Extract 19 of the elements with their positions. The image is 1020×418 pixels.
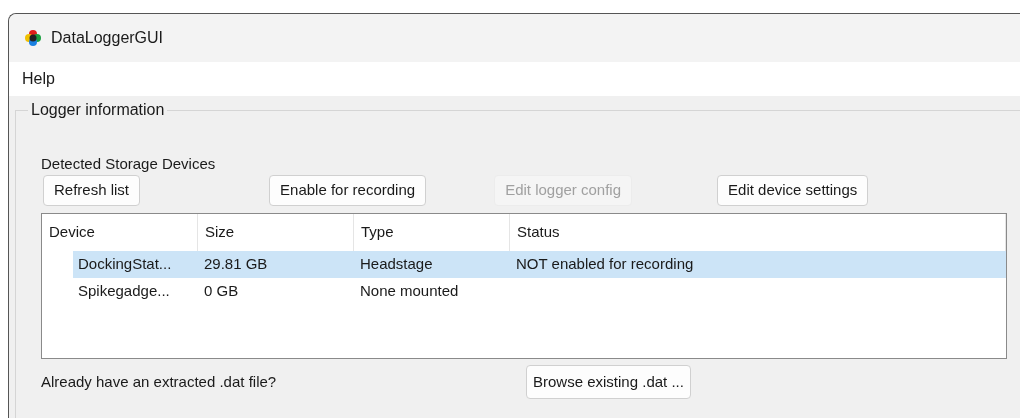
browse-button[interactable]: Browse existing .dat ... (526, 365, 691, 399)
action-button[interactable]: Enable for recording (269, 175, 427, 206)
table-cell: 29.81 GB (204, 255, 268, 273)
table-cell: None mounted (360, 282, 459, 300)
table-cell: Spikegadge... (78, 282, 170, 300)
action-button[interactable]: Refresh list (43, 175, 141, 206)
menu-item[interactable]: Help (22, 67, 55, 91)
app-logo-icon (24, 29, 42, 47)
prompt-text: Already have an extracted .dat file? (41, 371, 278, 392)
action-button[interactable]: Edit device settings (717, 175, 869, 206)
table-cell: 0 GB (204, 282, 239, 300)
table-row[interactable]: Spikegadge... 0 GB None mounted (73, 278, 1006, 305)
table-cell: NOT enabled for recording (516, 255, 694, 273)
window-title: DataLoggerGUI (51, 28, 164, 48)
group-title: Logger information (28, 100, 168, 120)
section-label: Detected Storage Devices (41, 155, 216, 173)
table-cell: DockingStat... (78, 255, 172, 273)
table-cell: Headstage (360, 255, 433, 273)
table-row[interactable]: DockingStat... 29.81 GB Headstage NOT enabled for recording (73, 251, 1006, 278)
